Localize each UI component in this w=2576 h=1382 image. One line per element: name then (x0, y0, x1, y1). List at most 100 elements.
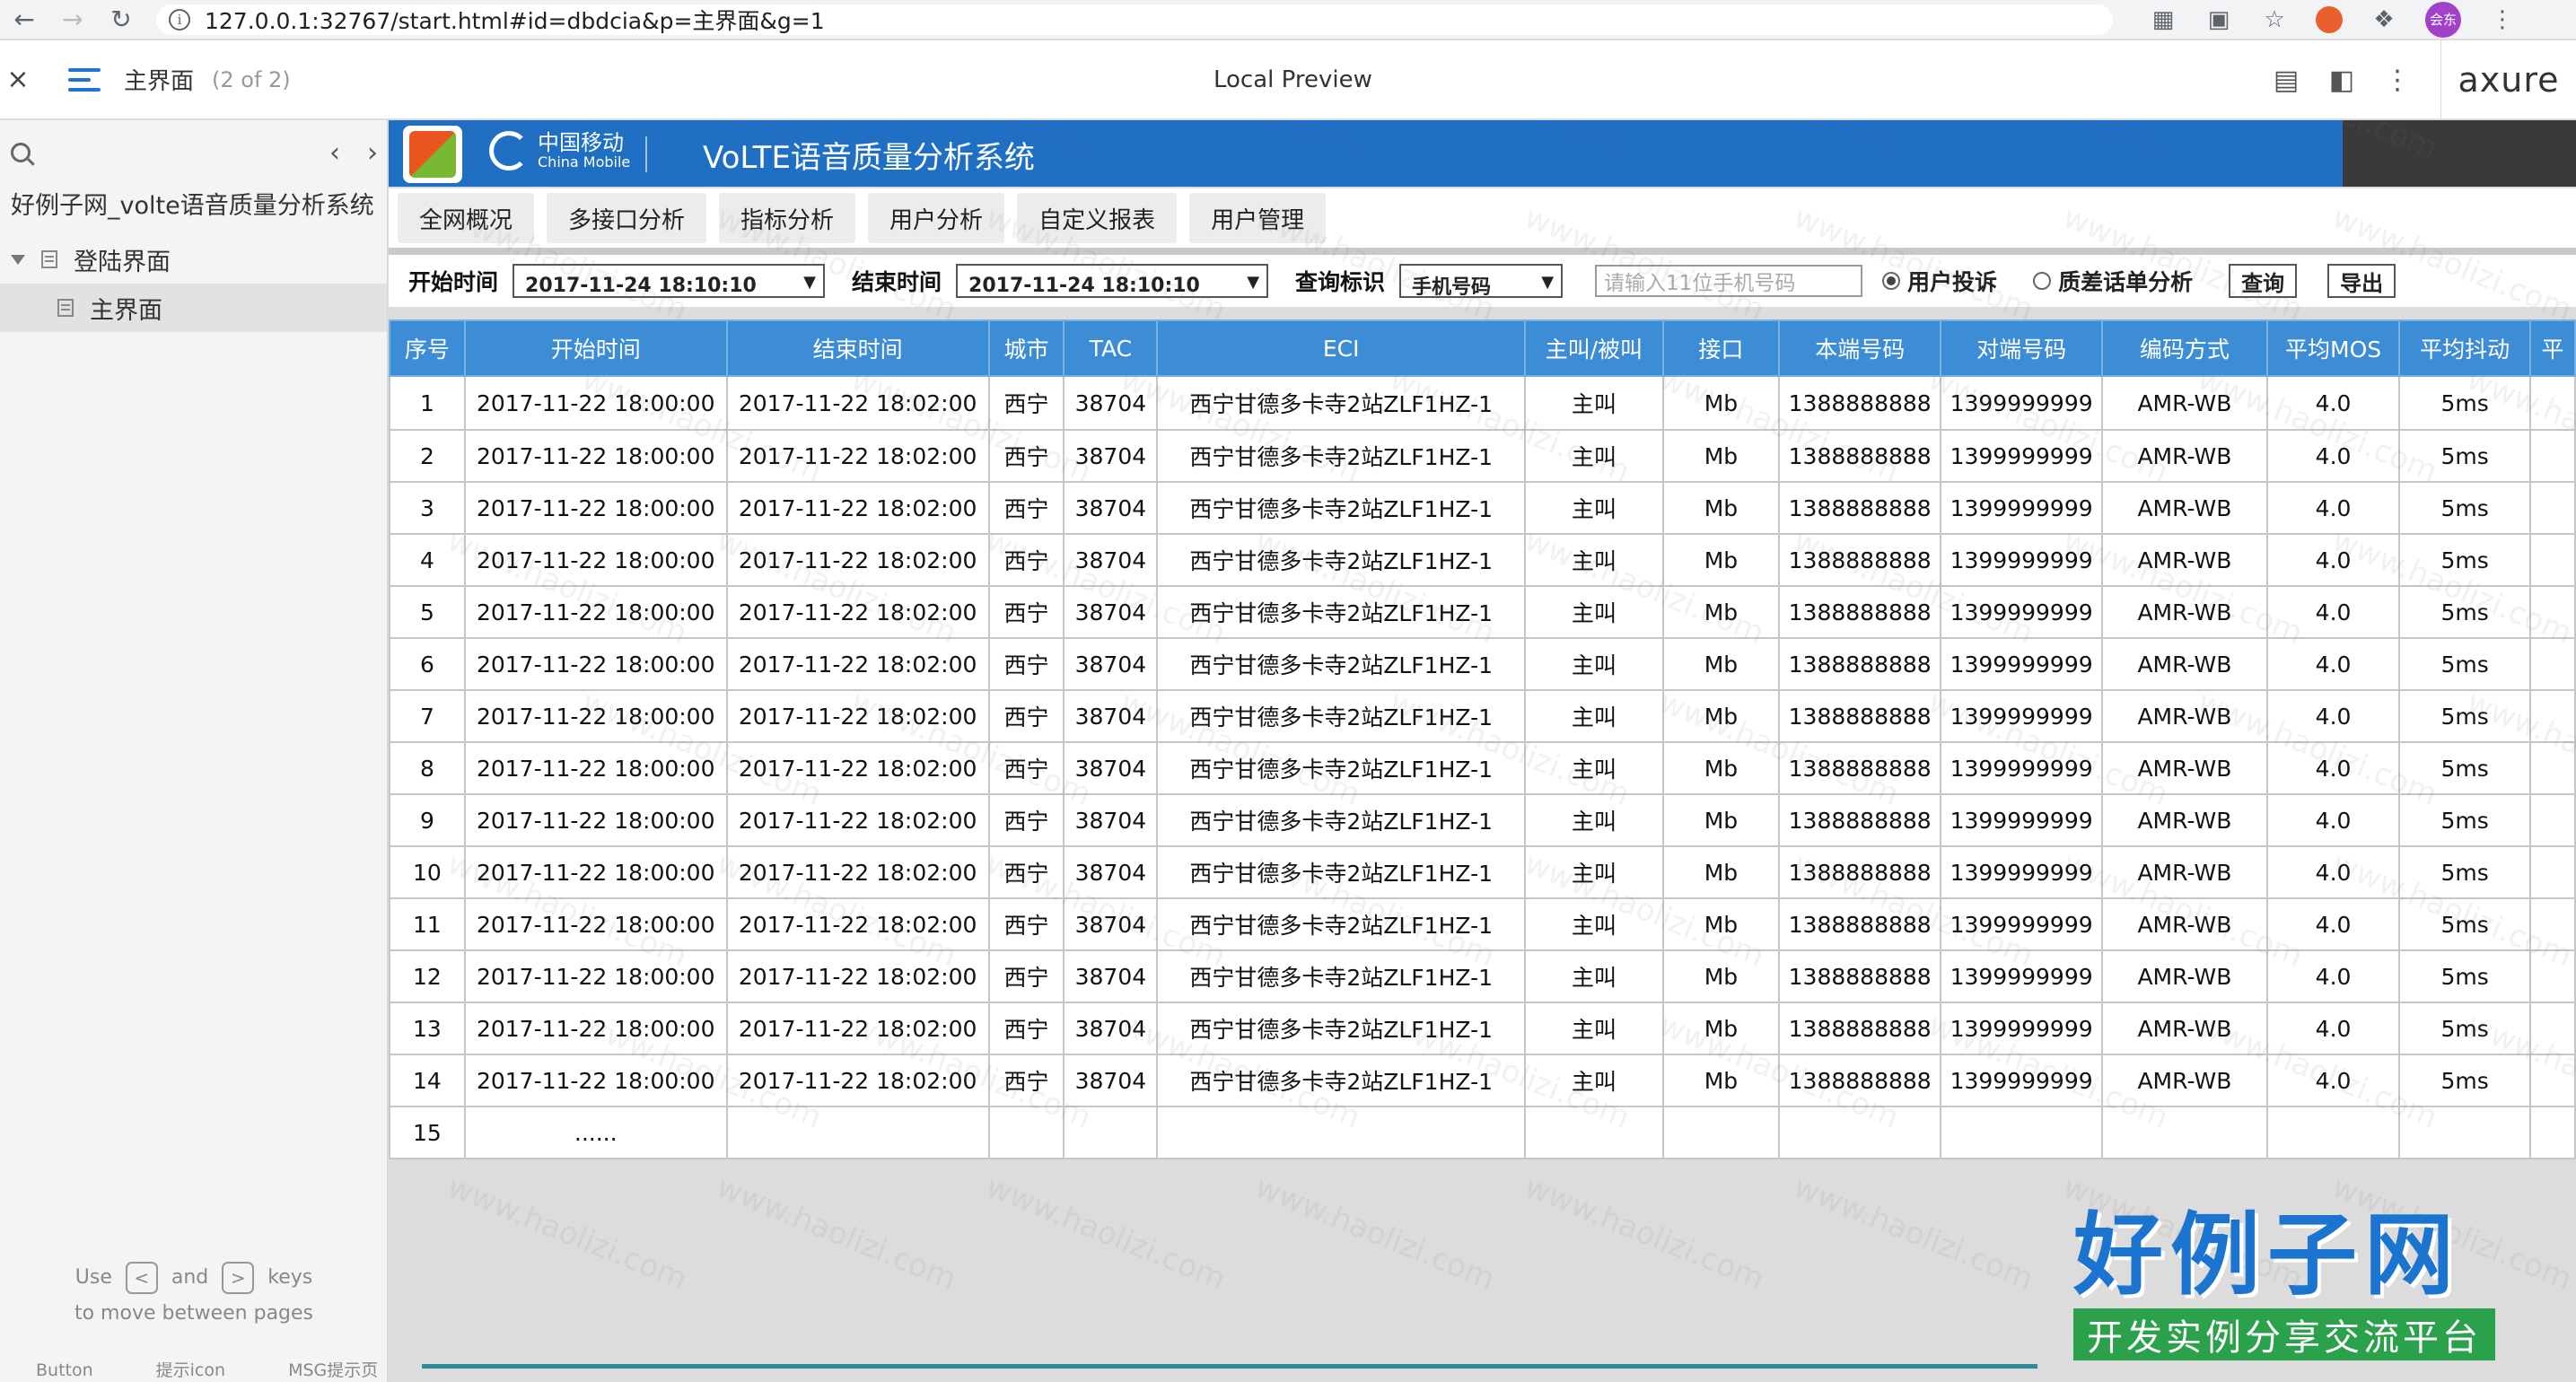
table-cell: 7 (389, 689, 466, 743)
reload-icon[interactable]: ↻ (97, 0, 145, 39)
table-cell: 14 (389, 1054, 466, 1107)
table-cell (2529, 375, 2576, 431)
table-cell: 5ms (2398, 1002, 2531, 1055)
query-id-select[interactable]: 手机号码 ▼ (1399, 264, 1564, 298)
radio-poor-quality[interactable]: 质差话单分析 (2033, 265, 2193, 297)
sitemap-item-main[interactable]: 主界面 (0, 284, 387, 332)
phone-input[interactable]: 请输入11位手机号码 (1595, 265, 1863, 297)
table-cell: 主叫 (1524, 1054, 1664, 1107)
avatar[interactable]: 会东 (2425, 1, 2461, 38)
table-row[interactable]: 4 2017-11-22 18:00:00 2017-11-22 18:02:00 西… (389, 533, 2576, 587)
table-cell: 1388888888 (1778, 897, 1942, 951)
table-row[interactable]: 5 2017-11-22 18:00:00 2017-11-22 18:02:00 西… (389, 585, 2576, 639)
end-time-select[interactable]: 2017-11-24 18:10:10 ▼ (956, 264, 1269, 298)
table-row[interactable]: 1 2017-11-22 18:00:00 2017-11-22 18:02:00 西… (389, 375, 2576, 431)
table-cell: 1399999999 (1940, 375, 2104, 431)
extension-orange-icon[interactable] (2316, 5, 2343, 33)
menu-item-overview[interactable]: 全网概况 (398, 193, 535, 243)
app-title: VoLTE语音质量分析系统 (703, 140, 1035, 176)
qr-code-icon[interactable]: ▦ (2149, 5, 2177, 34)
bookmark-star-icon[interactable]: ☆ (2260, 5, 2289, 34)
table-cell: 5ms (2398, 481, 2531, 535)
menu-item-custom-report[interactable]: 自定义报表 (1017, 193, 1178, 243)
table-cell: 1388888888 (1778, 949, 1942, 1003)
table-row[interactable]: 3 2017-11-22 18:00:00 2017-11-22 18:02:00 西… (389, 481, 2576, 535)
table-cell: 主叫 (1524, 637, 1664, 691)
watermark-text: www.haolizi.com (980, 1168, 1231, 1298)
table-cell: AMR-WB (2101, 637, 2268, 691)
table-cell: 西宁 (987, 375, 1065, 431)
table-row[interactable]: 9 2017-11-22 18:00:00 2017-11-22 18:02:00 西… (389, 793, 2576, 847)
query-button[interactable]: 查询 (2229, 264, 2298, 298)
table-cell: 1388888888 (1778, 585, 1942, 639)
app-logo (403, 126, 462, 183)
table-row[interactable]: 14 2017-11-22 18:00:00 2017-11-22 18:02:00… (389, 1054, 2576, 1107)
next-page-icon[interactable]: › (367, 137, 378, 169)
project-name: 好例子网_volte语音质量分析系统 (11, 192, 374, 220)
close-icon[interactable]: × (0, 64, 36, 95)
menu-item-multi-interface[interactable]: 多接口分析 (547, 193, 707, 243)
start-time-select[interactable]: 2017-11-24 18:10:10 ▼ (513, 264, 826, 298)
table-row[interactable]: 2 2017-11-22 18:00:00 2017-11-22 18:02:00 西… (389, 429, 2576, 483)
table-cell: 1388888888 (1778, 1054, 1942, 1107)
keyboard-hint: Use < and > keys to move between pages (0, 1260, 388, 1332)
table-row[interactable]: 13 2017-11-22 18:00:00 2017-11-22 18:02:00… (389, 1002, 2576, 1055)
table-cell: Mb (1661, 741, 1781, 795)
table-cell: 5ms (2398, 1054, 2531, 1107)
table-cell: 西宁甘德多卡寺2站ZLF1HZ-1 (1156, 1054, 1527, 1107)
address-bar[interactable]: i 127.0.0.1:32767/start.html#id=dbdcia&p… (156, 4, 2113, 35)
table-row[interactable]: 15...... (389, 1106, 2576, 1159)
table-cell: 2017-11-22 18:00:00 (463, 637, 728, 691)
browser-extension-icons: ▦ ▣ ☆ ❖ 会东 ⋮ (2149, 1, 2517, 38)
table-cell (1063, 1106, 1159, 1159)
hint-text: keys (267, 1266, 313, 1289)
menu-item-user-management[interactable]: 用户管理 (1189, 193, 1327, 243)
previous-page-icon[interactable]: ‹ (329, 137, 340, 169)
table-cell: Mb (1661, 1054, 1781, 1107)
table-row[interactable]: 8 2017-11-22 18:00:00 2017-11-22 18:02:00 西… (389, 741, 2576, 795)
menu-item-indicator[interactable]: 指标分析 (719, 193, 856, 243)
sitemap-item-login[interactable]: 登陆界面 (0, 235, 387, 284)
table-cell: 西宁甘德多卡寺2站ZLF1HZ-1 (1156, 585, 1527, 639)
table-row[interactable]: 11 2017-11-22 18:00:00 2017-11-22 18:02:00… (389, 897, 2576, 951)
table-row[interactable]: 10 2017-11-22 18:00:00 2017-11-22 18:02:00… (389, 845, 2576, 899)
translate-icon[interactable]: ▣ (2204, 5, 2233, 34)
back-arrow-icon[interactable]: ← (0, 0, 48, 39)
radio-user-complaint[interactable]: 用户投诉 (1882, 265, 1997, 297)
table-cell: AMR-WB (2101, 481, 2268, 535)
more-options-icon[interactable]: ⋮ (2374, 40, 2421, 119)
table-cell: 2017-11-22 18:00:00 (463, 793, 728, 847)
column-header: 本端号码 (1778, 319, 1942, 377)
table-cell: 38704 (1063, 741, 1159, 795)
bottom-cropped-strip: Button 提示icon MSG提示页 (0, 1362, 388, 1382)
inspect-icon[interactable]: ◧ (2318, 40, 2365, 119)
table-cell: 西宁 (987, 1002, 1065, 1055)
export-button[interactable]: 导出 (2327, 264, 2396, 298)
search-icon[interactable] (11, 143, 31, 162)
site-info-icon[interactable]: i (169, 8, 190, 31)
puzzle-extensions-icon[interactable]: ❖ (2370, 5, 2398, 34)
table-cell: 西宁 (987, 689, 1065, 743)
more-vertical-icon[interactable]: ⋮ (2488, 5, 2517, 34)
table-cell: 4.0 (2265, 481, 2401, 535)
table-cell: 1388888888 (1778, 689, 1942, 743)
table-cell (2529, 1054, 2576, 1107)
table-cell: 2017-11-22 18:00:00 (463, 533, 728, 587)
table-cell: AMR-WB (2101, 533, 2268, 587)
table-cell: 西宁 (987, 1054, 1065, 1107)
table-cell: 主叫 (1524, 375, 1664, 431)
table-row[interactable]: 7 2017-11-22 18:00:00 2017-11-22 18:02:00 西… (389, 689, 2576, 743)
radio-unchecked-icon[interactable] (2033, 272, 2052, 290)
table-cell: Mb (1661, 689, 1781, 743)
notes-icon[interactable]: ▤ (2263, 40, 2309, 119)
table-row[interactable]: 6 2017-11-22 18:00:00 2017-11-22 18:02:00 西… (389, 637, 2576, 691)
browser-toolbar: ← → ↻ i 127.0.0.1:32767/start.html#id=db… (0, 0, 2576, 39)
table-row[interactable]: 12 2017-11-22 18:00:00 2017-11-22 18:02:00… (389, 949, 2576, 1003)
forward-arrow-icon[interactable]: → (48, 0, 97, 39)
radio-checked-icon[interactable] (1882, 272, 1901, 290)
collapse-triangle-icon[interactable] (11, 254, 25, 265)
menu-item-user-analysis[interactable]: 用户分析 (868, 193, 1005, 243)
table-cell: AMR-WB (2101, 689, 2268, 743)
sitemap-item-label: 主界面 (90, 296, 162, 325)
sitemap-menu-icon[interactable] (68, 67, 101, 92)
